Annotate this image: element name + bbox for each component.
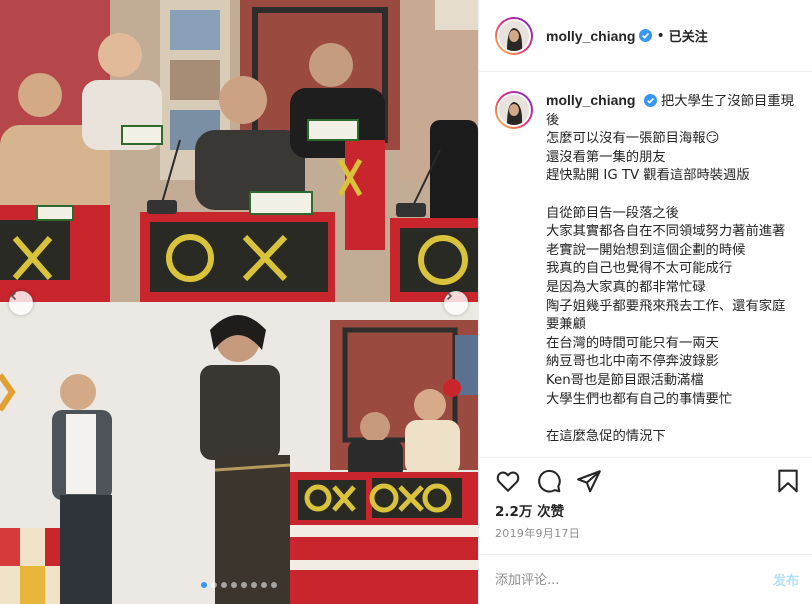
carousel-dot — [221, 582, 227, 588]
caption-line: 在台灣的時間可能只有一兩天 — [546, 335, 719, 351]
profile-photo — [499, 95, 529, 125]
caption-avatar[interactable] — [495, 91, 533, 129]
caption-line: 陶子姐幾乎都要飛來飛去工作、還有家庭要兼顧 — [546, 298, 786, 333]
carousel-dot — [231, 582, 237, 588]
photo-illustration — [0, 0, 478, 604]
caption-username-link[interactable]: molly_chiang — [546, 92, 635, 108]
share-icon[interactable] — [576, 468, 602, 494]
avatar[interactable] — [495, 16, 533, 55]
caption-line: Ken哥也是節目跟活動滿檔 — [546, 372, 704, 388]
comment-icon[interactable] — [536, 468, 562, 494]
caption-line: 我真的自己也覺得不太可能成行 — [546, 261, 733, 277]
caption-line: 大家其實都各自在不同領域努力著前進著 — [546, 224, 786, 240]
post-username-link[interactable]: molly_chiang — [546, 28, 635, 44]
post-header: molly_chiang • 已关注 — [479, 0, 812, 72]
caption-line: 大學生們也都有自己的事情要忙 — [546, 391, 733, 407]
post-side-panel: molly_chiang • 已关注 molly_chiang 把大學生了沒節目… — [478, 0, 812, 604]
caption-line — [546, 186, 797, 205]
caption-line: 自從節目告一段落之後 — [546, 205, 679, 221]
carousel-next-button[interactable] — [444, 291, 468, 315]
caption-line: 還沒看第一集的朋友 — [546, 149, 666, 165]
header-separator: • — [656, 27, 665, 44]
heart-icon[interactable] — [495, 468, 521, 494]
post-comment-button[interactable]: 发布 — [773, 570, 799, 589]
profile-photo — [499, 20, 529, 51]
carousel-indicator — [0, 582, 478, 588]
caption-text: molly_chiang 把大學生了沒節目重現後 怎麼可以沒有一張節目海報😏 還… — [546, 91, 797, 446]
carousel-dot — [271, 582, 277, 588]
action-bar — [479, 457, 812, 505]
caption-line: 老實說一開始想到這個企劃的時候 — [546, 242, 746, 258]
verified-badge-icon — [639, 29, 653, 42]
caption-section: molly_chiang 把大學生了沒節目重現後 怎麼可以沒有一張節目海報😏 還… — [479, 73, 812, 457]
post-photo[interactable] — [0, 0, 478, 604]
follow-status-button[interactable]: 已关注 — [669, 26, 708, 45]
comment-form: 发布 — [479, 554, 812, 604]
post-date[interactable]: 2019年9月17日 — [495, 525, 580, 541]
caption-line: 趕快點開 IG TV 觀看這部時裝週版 — [546, 168, 750, 184]
chevron-left-icon — [10, 291, 17, 301]
carousel-dot — [251, 582, 257, 588]
carousel-prev-button[interactable] — [9, 291, 33, 315]
like-count[interactable]: 2.2万 次赞 — [495, 500, 564, 520]
caption-line: 在這麼急促的情況下 — [546, 428, 666, 444]
chevron-right-icon — [446, 291, 453, 301]
carousel-dot — [211, 582, 217, 588]
caption-line: 是因為大家真的都非常忙碌 — [546, 279, 706, 295]
carousel-dot — [201, 582, 207, 588]
carousel-dot — [261, 582, 267, 588]
caption-line: 怎麼可以沒有一張節目海報😏 — [546, 131, 720, 147]
carousel-dot — [241, 582, 247, 588]
caption-line: 納豆哥也北中南不停奔波錄影 — [546, 354, 719, 370]
verified-badge-icon — [643, 94, 657, 107]
bookmark-icon[interactable] — [775, 468, 801, 494]
caption-row: molly_chiang 把大學生了沒節目重現後 怎麼可以沒有一張節目海報😏 還… — [495, 91, 797, 446]
caption-line — [546, 409, 797, 428]
comment-input[interactable] — [495, 567, 745, 593]
